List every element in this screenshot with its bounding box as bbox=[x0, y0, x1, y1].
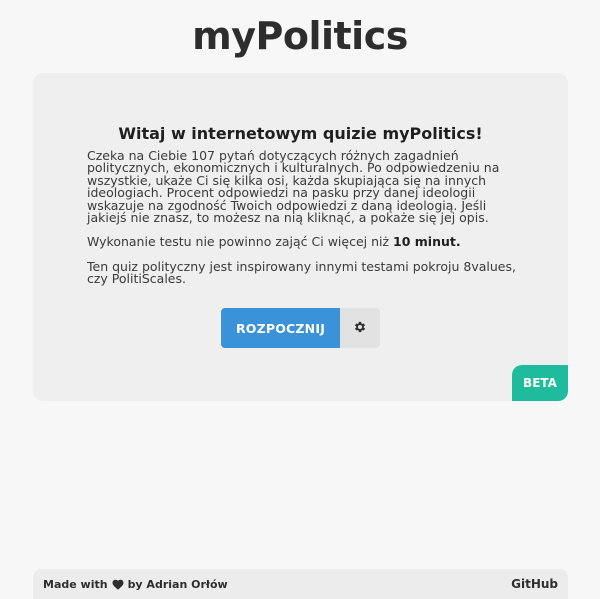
duration-highlight: 10 minut. bbox=[393, 234, 461, 250]
footer-credit: Made with by Adrian Orłów bbox=[43, 578, 228, 591]
intro-paragraph-2: Wykonanie testu nie powinno zająć Ci wię… bbox=[87, 234, 517, 250]
site-title: myPolitics bbox=[192, 14, 408, 58]
beta-badge: BETA bbox=[512, 365, 568, 401]
github-link[interactable]: GitHub bbox=[511, 577, 558, 591]
footer: Made with by Adrian Orłów GitHub bbox=[33, 569, 568, 599]
intro-text: Czeka na Ciebie 107 pytań dotyczących ró… bbox=[87, 148, 517, 298]
heart-icon bbox=[112, 579, 124, 590]
made-with-text: Made with bbox=[43, 577, 108, 591]
start-quiz-button[interactable]: ROZPOCZNIJ bbox=[221, 308, 340, 348]
quiz-actions: ROZPOCZNIJ bbox=[221, 308, 380, 348]
duration-text: Wykonanie testu nie powinno zająć Ci wię… bbox=[87, 234, 394, 250]
intro-card: Witaj w internetowym quizie myPolitics! … bbox=[33, 73, 568, 401]
gear-icon bbox=[353, 320, 367, 337]
settings-button[interactable] bbox=[340, 308, 380, 348]
intro-paragraph-1: Czeka na Ciebie 107 pytań dotyczących ró… bbox=[87, 148, 500, 226]
author-text: by Adrian Orłów bbox=[127, 577, 228, 591]
intro-heading: Witaj w internetowym quizie myPolitics! bbox=[118, 124, 483, 143]
intro-paragraph-3: Ten quiz polityczny jest inspirowany inn… bbox=[87, 258, 516, 287]
